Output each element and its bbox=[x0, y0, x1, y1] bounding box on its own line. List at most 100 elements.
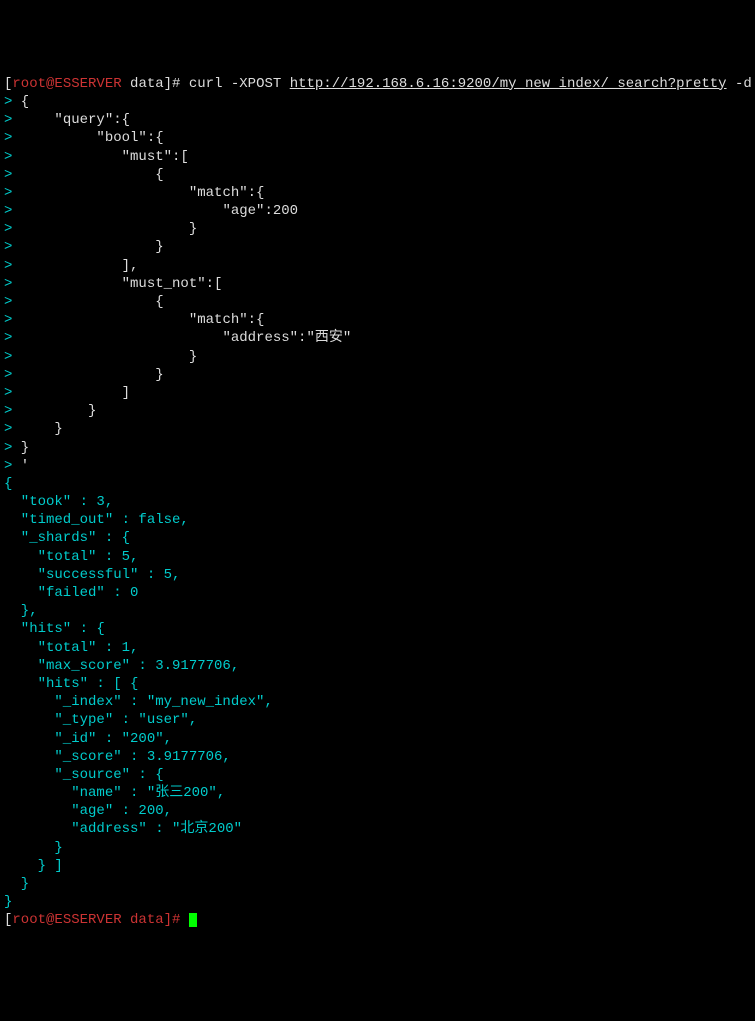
input-text: } bbox=[12, 239, 163, 255]
output-text: } bbox=[4, 876, 29, 892]
prompt-hash: ]# bbox=[164, 76, 189, 92]
input-line: > } bbox=[4, 238, 751, 256]
output-text: "_shards" : { bbox=[4, 530, 130, 546]
cursor-icon bbox=[189, 913, 197, 927]
output-text: "_index" : "my_new_index", bbox=[4, 694, 273, 710]
output-text: "_type" : "user", bbox=[4, 712, 197, 728]
input-line: > "age":200 bbox=[4, 202, 751, 220]
output-line: "name" : "张三200", bbox=[4, 784, 751, 802]
input-line: > } bbox=[4, 439, 751, 457]
prompt-line: [root@ESSERVER data]# curl -XPOST http:/… bbox=[4, 75, 751, 93]
output-text: "age" : 200, bbox=[4, 803, 172, 819]
input-text: "bool":{ bbox=[12, 130, 163, 146]
input-text: { bbox=[12, 294, 163, 310]
input-text: "must":[ bbox=[12, 149, 188, 165]
input-text: { bbox=[12, 94, 29, 110]
output-line: "hits" : { bbox=[4, 620, 751, 638]
output-line: "max_score" : 3.9177706, bbox=[4, 657, 751, 675]
prompt-host: ESSERVER bbox=[54, 76, 121, 92]
input-line: > "match":{ bbox=[4, 184, 751, 202]
output-text: "timed_out" : false, bbox=[4, 512, 189, 528]
output-text: "total" : 1, bbox=[4, 640, 138, 656]
output-text: } ] bbox=[4, 858, 63, 874]
output-text: "hits" : { bbox=[4, 621, 105, 637]
output-line: "address" : "北京200" bbox=[4, 820, 751, 838]
output-text: }, bbox=[4, 603, 38, 619]
output-line: "_source" : { bbox=[4, 766, 751, 784]
output-text: "failed" : 0 bbox=[4, 585, 138, 601]
input-text: "must_not":[ bbox=[12, 276, 222, 292]
input-line: > ] bbox=[4, 384, 751, 402]
output-line: "total" : 1, bbox=[4, 639, 751, 657]
input-text: ] bbox=[12, 385, 130, 401]
prompt-user: root bbox=[12, 76, 46, 92]
output-line: { bbox=[4, 475, 751, 493]
input-text: "match":{ bbox=[12, 312, 264, 328]
output-text: "name" : "张三200", bbox=[4, 785, 225, 801]
input-text: } bbox=[12, 367, 163, 383]
input-text: ' bbox=[12, 458, 29, 474]
input-line: > { bbox=[4, 293, 751, 311]
output-line: "took" : 3, bbox=[4, 493, 751, 511]
output-line: } bbox=[4, 875, 751, 893]
output-text: "_id" : "200", bbox=[4, 731, 172, 747]
input-line: > "match":{ bbox=[4, 311, 751, 329]
output-text: "max_score" : 3.9177706, bbox=[4, 658, 239, 674]
input-line: > "address":"西安" bbox=[4, 329, 751, 347]
prompt-partial: root@ESSERVER data]# bbox=[12, 912, 188, 928]
output-line: } ] bbox=[4, 857, 751, 875]
request-url: http://192.168.6.16:9200/my_new_index/_s… bbox=[290, 76, 727, 92]
input-line: > } bbox=[4, 402, 751, 420]
input-text: "age":200 bbox=[12, 203, 298, 219]
output-text: { bbox=[4, 476, 12, 492]
input-text: } bbox=[12, 349, 197, 365]
input-text: "query":{ bbox=[12, 112, 130, 128]
input-text: ], bbox=[12, 258, 138, 274]
output-line: "hits" : [ { bbox=[4, 675, 751, 693]
output-line: "_index" : "my_new_index", bbox=[4, 693, 751, 711]
bracket-open: [ bbox=[4, 912, 12, 928]
output-line: "total" : 5, bbox=[4, 548, 751, 566]
input-line: > "bool":{ bbox=[4, 129, 751, 147]
input-line: > "query":{ bbox=[4, 111, 751, 129]
output-text: "total" : 5, bbox=[4, 549, 138, 565]
input-line: > { bbox=[4, 93, 751, 111]
output-text: } bbox=[4, 840, 63, 856]
output-line: "_type" : "user", bbox=[4, 711, 751, 729]
input-text: } bbox=[12, 221, 197, 237]
output-line: "timed_out" : false, bbox=[4, 511, 751, 529]
output-text: "address" : "北京200" bbox=[4, 821, 242, 837]
input-line: > } bbox=[4, 420, 751, 438]
input-line: > } bbox=[4, 348, 751, 366]
prompt-dir: data bbox=[130, 76, 164, 92]
curl-cmd: curl -XPOST bbox=[189, 76, 290, 92]
input-text: "address":"西安" bbox=[12, 330, 351, 346]
input-line: > { bbox=[4, 166, 751, 184]
terminal-output[interactable]: [root@ESSERVER data]# curl -XPOST http:/… bbox=[4, 75, 751, 930]
input-line: > "must_not":[ bbox=[4, 275, 751, 293]
output-line: } bbox=[4, 893, 751, 911]
output-line: } bbox=[4, 839, 751, 857]
input-line: > "must":[ bbox=[4, 148, 751, 166]
output-line: "successful" : 5, bbox=[4, 566, 751, 584]
output-text: "successful" : 5, bbox=[4, 567, 180, 583]
output-text: "took" : 3, bbox=[4, 494, 113, 510]
input-text: } bbox=[12, 403, 96, 419]
input-text: { bbox=[12, 167, 163, 183]
output-line: "failed" : 0 bbox=[4, 584, 751, 602]
output-text: "_source" : { bbox=[4, 767, 164, 783]
input-line: > } bbox=[4, 220, 751, 238]
output-text: } bbox=[4, 894, 12, 910]
input-text: "match":{ bbox=[12, 185, 264, 201]
output-line: "_shards" : { bbox=[4, 529, 751, 547]
output-line: "age" : 200, bbox=[4, 802, 751, 820]
prompt-line-next: [root@ESSERVER data]# bbox=[4, 911, 751, 929]
output-text: "_score" : 3.9177706, bbox=[4, 749, 231, 765]
input-text: } bbox=[12, 440, 29, 456]
input-line: > } bbox=[4, 366, 751, 384]
output-text: "hits" : [ { bbox=[4, 676, 138, 692]
curl-suffix: -d ' bbox=[727, 76, 755, 92]
input-text: } bbox=[12, 421, 62, 437]
input-line: > ' bbox=[4, 457, 751, 475]
input-line: > ], bbox=[4, 257, 751, 275]
